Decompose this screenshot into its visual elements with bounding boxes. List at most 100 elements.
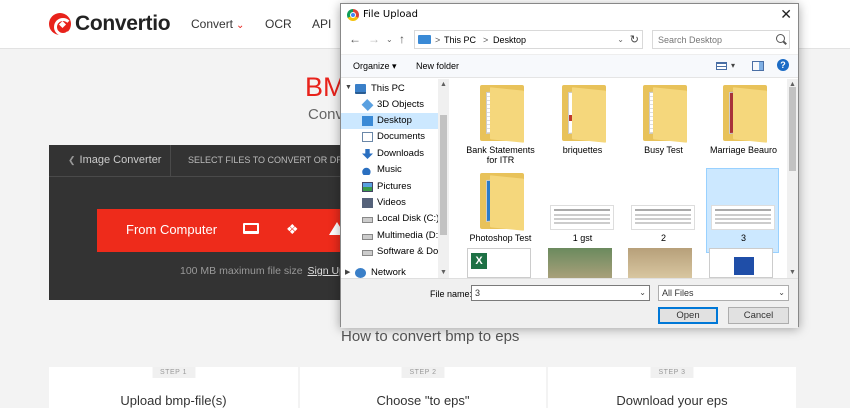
- refresh-icon[interactable]: ↻: [630, 33, 639, 46]
- chevron-right-icon[interactable]: ▶: [345, 268, 350, 276]
- nav-item-label: Network: [371, 267, 406, 278]
- step-title: Choose "to eps": [376, 393, 470, 408]
- chrome-icon: [347, 9, 359, 21]
- downloads-icon: [362, 149, 373, 159]
- nav-item-this-pc[interactable]: ▼ This PC: [341, 81, 438, 97]
- file-tile-selected[interactable]: 3: [706, 168, 779, 253]
- scroll-thumb[interactable]: [789, 87, 796, 171]
- breadcrumb-label: Image Converter: [79, 154, 162, 166]
- scroll-up-icon[interactable]: ▲: [440, 81, 447, 88]
- file-tile[interactable]: Photoshop Test: [464, 169, 537, 254]
- max-size-text: 100 MB maximum file size: [180, 265, 303, 277]
- step-tag: STEP 2: [401, 367, 445, 378]
- from-computer-button[interactable]: From Computer ❖: [97, 209, 349, 252]
- file-tile[interactable]: briquettes: [546, 81, 619, 166]
- nav-convert-label: Convert: [191, 17, 234, 31]
- nav-item-pictures[interactable]: Pictures: [341, 179, 438, 195]
- image-thumbnail: [550, 205, 614, 230]
- help-icon[interactable]: ?: [777, 59, 789, 71]
- nav-item-desktop[interactable]: Desktop: [341, 113, 438, 129]
- nav-item-music[interactable]: Music: [341, 162, 438, 178]
- folder-icon: [480, 85, 524, 143]
- chevron-left-icon: ❮: [68, 155, 76, 165]
- chevron-down-icon[interactable]: ⌄: [617, 35, 624, 44]
- image-thumbnail: [631, 205, 695, 230]
- scroll-down-icon[interactable]: ▼: [440, 269, 447, 276]
- dialog-titlebar[interactable]: File Upload ✕: [341, 4, 798, 26]
- breadcrumb-chevron-icon[interactable]: >: [483, 35, 488, 45]
- nav-item-label: Pictures: [377, 181, 412, 192]
- back-arrow-icon[interactable]: ←: [349, 32, 361, 46]
- image-thumbnail[interactable]: [628, 248, 692, 278]
- address-segment-desktop[interactable]: Desktop: [493, 35, 526, 45]
- open-button[interactable]: Open: [658, 307, 718, 324]
- nav-item-documents[interactable]: Documents: [341, 129, 438, 145]
- desktop-icon: [362, 116, 373, 126]
- laptop-icon[interactable]: [243, 223, 259, 234]
- image-thumbnail[interactable]: [548, 248, 612, 278]
- file-label: Busy Test: [644, 145, 683, 155]
- organize-button[interactable]: Organize ▾: [353, 61, 397, 72]
- address-segment-this-pc[interactable]: This PC: [444, 35, 476, 45]
- recent-locations-dropdown-icon[interactable]: ⌄: [386, 35, 393, 44]
- cancel-button[interactable]: Cancel: [728, 307, 789, 324]
- file-name-value: 3: [475, 288, 481, 298]
- file-label: 2: [660, 233, 666, 243]
- scroll-down-icon[interactable]: ▼: [789, 269, 796, 276]
- file-tile[interactable]: 2: [627, 169, 700, 254]
- file-tile[interactable]: Marriage Beauro: [707, 81, 780, 166]
- search-input[interactable]: Search Desktop: [652, 30, 790, 49]
- step-card: STEP 2 Choose "to eps": [300, 367, 546, 408]
- close-icon[interactable]: ✕: [780, 6, 792, 23]
- nav-item-downloads[interactable]: Downloads: [341, 146, 438, 162]
- navigation-pane: ▼ This PC 3D Objects Desktop Documents D…: [341, 79, 449, 278]
- file-scrollbar[interactable]: ▲ ▼: [787, 79, 798, 278]
- scroll-thumb[interactable]: [440, 115, 447, 235]
- chevron-down-icon[interactable]: ⌄: [778, 288, 785, 297]
- step-tag: STEP 1: [152, 367, 195, 378]
- nav-item-label: Documents: [377, 131, 426, 142]
- step-title: Upload bmp-file(s): [120, 393, 227, 408]
- new-folder-button[interactable]: New folder: [416, 61, 459, 71]
- command-bar: Organize ▾ New folder ▾ ?: [341, 54, 798, 78]
- file-label: briquettes: [562, 145, 603, 155]
- howto-heading: How to convert bmp to eps: [341, 328, 520, 345]
- pictures-icon: [362, 182, 373, 192]
- nav-item-multimedia-d[interactable]: Multimedia (D:): [341, 228, 438, 244]
- breadcrumb[interactable]: ❮ Image Converter: [68, 154, 161, 166]
- nav-api[interactable]: API: [312, 17, 331, 31]
- nav-item-local-disk-c[interactable]: Local Disk (C:): [341, 211, 438, 227]
- folder-icon: [480, 173, 524, 231]
- file-name-input[interactable]: 3 ⌄: [471, 285, 650, 301]
- preview-pane-icon[interactable]: [752, 61, 764, 71]
- nav-scrollbar[interactable]: ▲ ▼: [438, 79, 449, 278]
- file-tile[interactable]: Bank Statements for ITR: [464, 81, 537, 166]
- address-bar[interactable]: > This PC > Desktop ⌄ ↻: [414, 30, 643, 49]
- file-tile[interactable]: Busy Test: [627, 81, 700, 166]
- nav-item-label: Local Disk (C:): [377, 213, 438, 224]
- folder-icon: [723, 85, 767, 143]
- convertio-logo[interactable]: Convertio: [49, 12, 171, 36]
- excel-file-icon[interactable]: [467, 248, 531, 278]
- file-tile[interactable]: 1 gst: [546, 169, 619, 254]
- nav-ocr[interactable]: OCR: [265, 17, 292, 31]
- file-upload-dialog: File Upload ✕ ← → ⌄ ↑ > This PC > Deskto…: [340, 3, 799, 328]
- nav-item-videos[interactable]: Videos: [341, 195, 438, 211]
- image-thumbnail[interactable]: [709, 248, 773, 278]
- up-arrow-icon[interactable]: ↑: [399, 32, 405, 46]
- chevron-down-icon[interactable]: ▼: [345, 84, 352, 91]
- nav-convert[interactable]: Convert ⌄: [191, 17, 244, 31]
- chevron-down-icon[interactable]: ▾: [731, 61, 735, 70]
- file-label: Bank Statements for ITR: [466, 145, 535, 165]
- dropbox-icon[interactable]: ❖: [286, 221, 299, 238]
- nav-item-3d-objects[interactable]: 3D Objects: [341, 97, 438, 113]
- forward-arrow-icon[interactable]: →: [368, 32, 380, 46]
- step-card: STEP 1 Upload bmp-file(s): [49, 367, 298, 408]
- breadcrumb-chevron-icon[interactable]: >: [435, 35, 440, 45]
- nav-item-software-docu[interactable]: Software & Docu: [341, 244, 438, 260]
- chevron-down-icon[interactable]: ⌄: [639, 288, 646, 297]
- view-options-icon[interactable]: [716, 62, 727, 70]
- step-tag: STEP 3: [650, 367, 694, 378]
- nav-item-label: Videos: [377, 197, 406, 208]
- file-type-select[interactable]: All Files ⌄: [658, 285, 789, 301]
